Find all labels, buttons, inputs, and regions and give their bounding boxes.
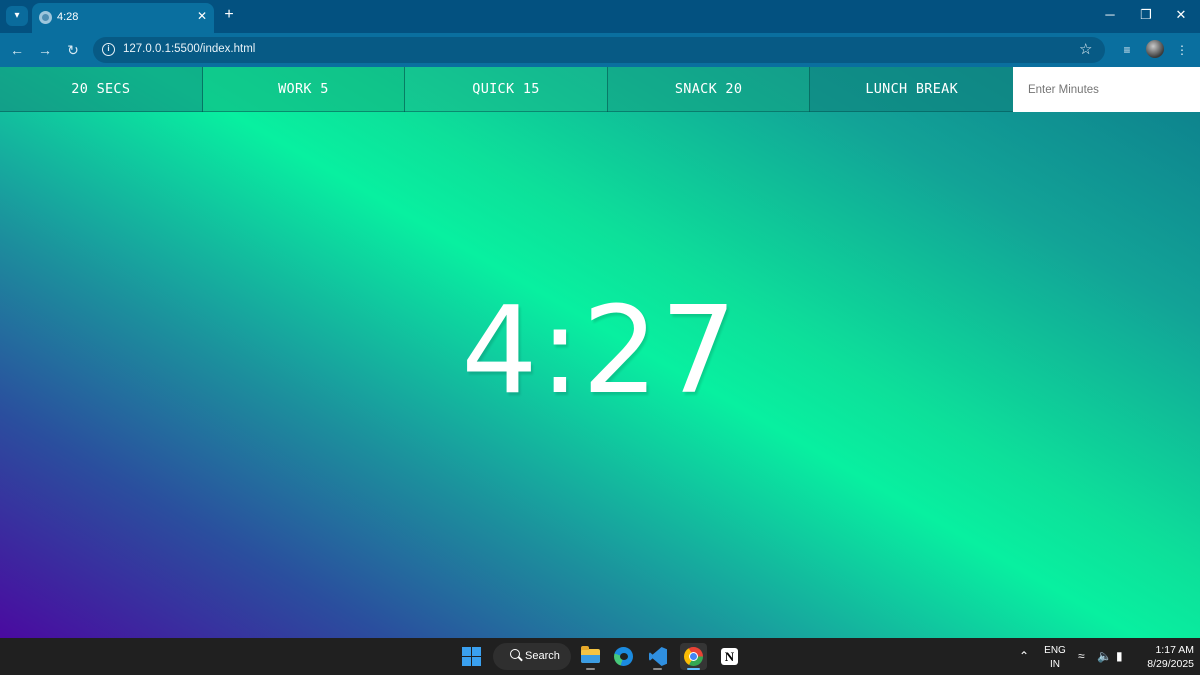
- tab-title: 4:28: [57, 11, 79, 23]
- tab-search-chevron-down-icon[interactable]: ▾: [6, 6, 28, 26]
- vscode-app[interactable]: [644, 643, 671, 670]
- timer-button-work-5[interactable]: WORK 5: [202, 67, 406, 112]
- more-vertical-icon[interactable]: ⋮: [1172, 40, 1192, 60]
- taskbar-clock[interactable]: 1:17 AM 8/29/2025: [1134, 643, 1194, 671]
- clock-date: 8/29/2025: [1147, 658, 1194, 670]
- profile-avatar[interactable]: [1146, 40, 1164, 58]
- browser-tab[interactable]: 4:28 ✕: [32, 3, 214, 33]
- browser-toolbar: ← → ↻ i 127.0.0.1:5500/index.html ☆ ≡ ⋮: [0, 33, 1200, 67]
- reload-icon[interactable]: ↻: [62, 39, 84, 61]
- taskbar-search-button[interactable]: Search: [493, 643, 571, 670]
- timer-page: 20 SECS WORK 5 QUICK 15 SNACK 20 LUNCH B…: [0, 67, 1200, 638]
- forward-arrow-icon[interactable]: →: [34, 39, 56, 61]
- timer-button-quick-15[interactable]: QUICK 15: [405, 67, 608, 112]
- file-explorer-icon: [581, 646, 600, 663]
- window-close-button[interactable]: ✕: [1166, 4, 1196, 26]
- vscode-icon: [649, 647, 667, 666]
- clock-time: 1:17 AM: [1155, 644, 1194, 656]
- timer-button-lunch-break[interactable]: LUNCH BREAK: [810, 67, 1013, 112]
- wifi-icon[interactable]: ≈: [1078, 649, 1085, 663]
- timer-controls: 20 SECS WORK 5 QUICK 15 SNACK 20 LUNCH B…: [0, 67, 1200, 112]
- chrome-icon: [684, 647, 703, 666]
- restore-button[interactable]: ❐: [1131, 4, 1161, 26]
- language-indicator[interactable]: ENG IN: [1041, 645, 1069, 670]
- edge-app[interactable]: [610, 643, 637, 670]
- file-explorer-app[interactable]: [577, 643, 604, 670]
- windows-start-icon[interactable]: [462, 647, 481, 666]
- site-info-icon[interactable]: i: [102, 43, 115, 56]
- search-label: Search: [525, 650, 560, 662]
- media-control-icon[interactable]: ≡: [1117, 40, 1137, 60]
- notion-icon: N: [721, 648, 738, 665]
- edge-icon: [614, 647, 633, 666]
- custom-minutes-input[interactable]: [1012, 67, 1200, 112]
- timer-button-snack-20[interactable]: SNACK 20: [607, 67, 811, 112]
- search-icon: [510, 649, 520, 659]
- minimize-button[interactable]: ─: [1095, 4, 1125, 26]
- notion-app[interactable]: N: [716, 643, 743, 670]
- address-bar[interactable]: i 127.0.0.1:5500/index.html ☆: [93, 37, 1105, 63]
- timer-button-20-secs[interactable]: 20 SECS: [0, 67, 203, 112]
- language-code: ENG: [1044, 645, 1066, 656]
- bookmark-star-icon[interactable]: ☆: [1079, 40, 1092, 58]
- taskbar: Search N ⌃ ENG IN ≈ 🔈 ▮ 1:17 AM 8/29/202…: [0, 638, 1200, 675]
- tab-strip: ▾ 4:28 ✕ + ─ ❐ ✕: [0, 0, 1200, 33]
- chrome-app[interactable]: [680, 643, 707, 670]
- controls-divider: [0, 111, 1013, 112]
- volume-icon[interactable]: 🔈: [1097, 649, 1112, 663]
- globe-favicon-icon: [39, 11, 52, 24]
- chevron-up-icon[interactable]: ⌃: [1019, 649, 1029, 663]
- address-url[interactable]: 127.0.0.1:5500/index.html: [123, 43, 255, 55]
- region-code: IN: [1050, 659, 1060, 670]
- battery-icon[interactable]: ▮: [1116, 649, 1123, 663]
- back-arrow-icon[interactable]: ←: [6, 39, 28, 61]
- tab-close-icon[interactable]: ✕: [194, 8, 210, 24]
- time-left-display: 4:27: [461, 282, 739, 421]
- new-tab-button[interactable]: +: [220, 6, 238, 24]
